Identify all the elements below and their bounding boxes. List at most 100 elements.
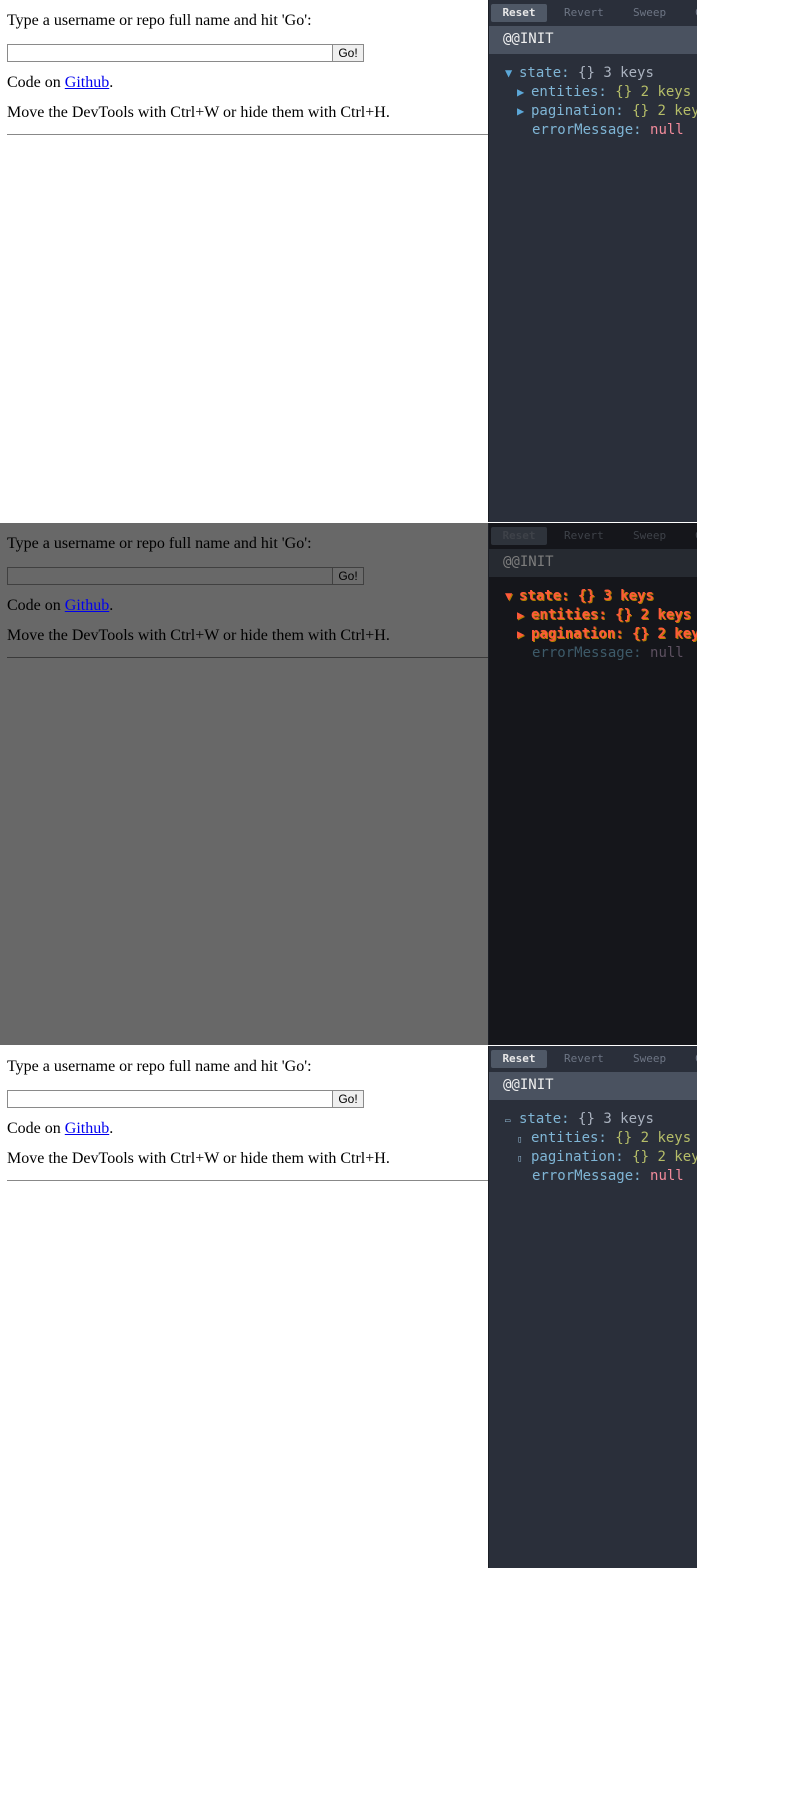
tree-value: null (650, 122, 684, 138)
expand-arrow-icon[interactable]: ▼ (505, 587, 519, 606)
tree-key: pagination: (531, 103, 624, 119)
tree-brace: {} (578, 1111, 595, 1127)
tree-count: 2 keys (640, 84, 692, 100)
search-input[interactable] (7, 567, 333, 585)
tree-brace: {} (632, 103, 650, 119)
sweep-button[interactable]: Sweep (633, 527, 666, 545)
commit-button[interactable]: C (695, 527, 697, 545)
tree-key: errorMessage: (532, 1168, 642, 1184)
tree-brace: {} (632, 626, 650, 642)
app-panel: Type a username or repo full name and hi… (0, 523, 488, 1045)
revert-button[interactable]: Revert (564, 1050, 604, 1068)
tree-brace: {} (615, 607, 633, 623)
tree-key: state: (519, 1111, 570, 1127)
search-prompt: Type a username or repo full name and hi… (7, 1058, 312, 1075)
tree-row-entities[interactable]: ▶ entities: {} 2 keys (517, 83, 691, 102)
search-input[interactable] (7, 1090, 333, 1108)
revert-button[interactable]: Revert (564, 4, 604, 22)
devtools-toolbar: Reset Revert Sweep C (489, 0, 697, 26)
tree-row-state[interactable]: ▭ state: {} 3 keys (505, 1110, 654, 1129)
github-link[interactable]: Github (65, 597, 109, 614)
screen-frame-dimmed: Type a username or repo full name and hi… (0, 523, 697, 1045)
tree-row-error-message: errorMessage: null (532, 121, 684, 140)
tree-key: state: (519, 65, 570, 81)
tree-brace: {} (632, 1149, 650, 1165)
tree-key: errorMessage: (532, 122, 642, 138)
action-entry[interactable]: @@INIT (489, 26, 697, 54)
commit-button[interactable]: C (695, 4, 697, 22)
box-toggle-icon[interactable]: ▯ (517, 1150, 531, 1169)
tree-value: null (650, 645, 684, 661)
divider (7, 134, 488, 135)
collapse-arrow-icon[interactable]: ▶ (517, 606, 531, 625)
tree-count: 2 keys (640, 607, 692, 623)
commit-button[interactable]: C (695, 1050, 697, 1068)
tree-row-pagination[interactable]: ▶pagination: {} 2 keys (517, 625, 697, 644)
devtools-hint: Move the DevTools with Ctrl+W or hide th… (7, 627, 390, 644)
action-label: @@INIT (503, 31, 554, 47)
devtools-panel: Reset Revert Sweep C @@INIT ▼state: {} 3… (488, 0, 697, 522)
action-label: @@INIT (503, 1077, 554, 1093)
devtools-toolbar: Reset Revert Sweep C (489, 1046, 697, 1072)
tree-count: 2 keys (657, 103, 697, 119)
code-prefix: Code on (7, 1120, 65, 1137)
tree-key: entities: (531, 607, 607, 623)
sweep-button[interactable]: Sweep (633, 4, 666, 22)
go-button[interactable]: Go! (332, 1090, 364, 1108)
code-on-line: Code on Github. (7, 74, 113, 92)
reset-button[interactable]: Reset (491, 4, 547, 22)
tree-value: null (650, 1168, 684, 1184)
code-on-line: Code on Github. (7, 597, 113, 615)
github-link[interactable]: Github (65, 74, 109, 91)
tree-brace: {} (578, 588, 595, 604)
expand-arrow-icon[interactable]: ▼ (505, 64, 519, 83)
collapse-arrow-icon[interactable]: ▶ (517, 83, 531, 102)
tree-key: state: (519, 588, 570, 604)
tree-brace: {} (615, 1130, 633, 1146)
github-link[interactable]: Github (65, 1120, 109, 1137)
divider (7, 657, 488, 658)
search-input[interactable] (7, 44, 333, 62)
tree-key: errorMessage: (532, 645, 642, 661)
code-suffix: . (109, 74, 114, 91)
go-button[interactable]: Go! (332, 567, 364, 585)
devtools-toolbar: Reset Revert Sweep C (489, 523, 697, 549)
tree-row-pagination[interactable]: ▯pagination: {} 2 keys (517, 1148, 697, 1167)
tree-count: 3 keys (603, 1111, 654, 1127)
devtools-panel: Reset Revert Sweep C @@INIT ▭state: {} 3… (488, 1046, 697, 1568)
code-prefix: Code on (7, 597, 65, 614)
search-prompt: Type a username or repo full name and hi… (7, 12, 312, 29)
revert-button[interactable]: Revert (564, 527, 604, 545)
divider (7, 1180, 488, 1181)
tree-row-error-message: errorMessage: null (532, 644, 684, 663)
tree-row-state[interactable]: ▼ state: {} 3 keys (505, 587, 654, 606)
devtools-hint: Move the DevTools with Ctrl+W or hide th… (7, 1150, 390, 1167)
go-button[interactable]: Go! (332, 44, 364, 62)
code-on-line: Code on Github. (7, 1120, 113, 1138)
code-suffix: . (109, 1120, 114, 1137)
tree-row-state[interactable]: ▼ state: {} 3 keys (505, 64, 654, 83)
devtools-panel: Reset Revert Sweep C @@INIT ▼state: {} 3… (488, 523, 697, 1045)
tree-count: 2 keys (657, 626, 697, 642)
action-entry[interactable]: @@INIT (489, 1072, 697, 1100)
sweep-button[interactable]: Sweep (633, 1050, 666, 1068)
tree-brace: {} (615, 84, 633, 100)
tree-key: pagination: (531, 626, 624, 642)
reset-button[interactable]: Reset (491, 1050, 547, 1068)
app-panel: Type a username or repo full name and hi… (0, 1046, 488, 1568)
screen-frame-restored: Type a username or repo full name and hi… (0, 1046, 697, 1568)
code-suffix: . (109, 597, 114, 614)
tree-brace: {} (578, 65, 595, 81)
devtools-hint: Move the DevTools with Ctrl+W or hide th… (7, 104, 390, 121)
action-entry[interactable]: @@INIT (489, 549, 697, 577)
collapse-arrow-icon[interactable]: ▶ (517, 102, 531, 121)
reset-button[interactable]: Reset (491, 527, 547, 545)
collapse-arrow-icon[interactable]: ▶ (517, 625, 531, 644)
tree-key: pagination: (531, 1149, 624, 1165)
search-prompt: Type a username or repo full name and hi… (7, 535, 312, 552)
tree-row-pagination[interactable]: ▶pagination: {} 2 keys (517, 102, 697, 121)
tree-row-entities[interactable]: ▯ entities: {} 2 keys (517, 1129, 691, 1148)
tree-row-entities[interactable]: ▶ entities: {} 2 keys (517, 606, 691, 625)
app-panel: Type a username or repo full name and hi… (0, 0, 488, 522)
action-label: @@INIT (503, 554, 554, 570)
